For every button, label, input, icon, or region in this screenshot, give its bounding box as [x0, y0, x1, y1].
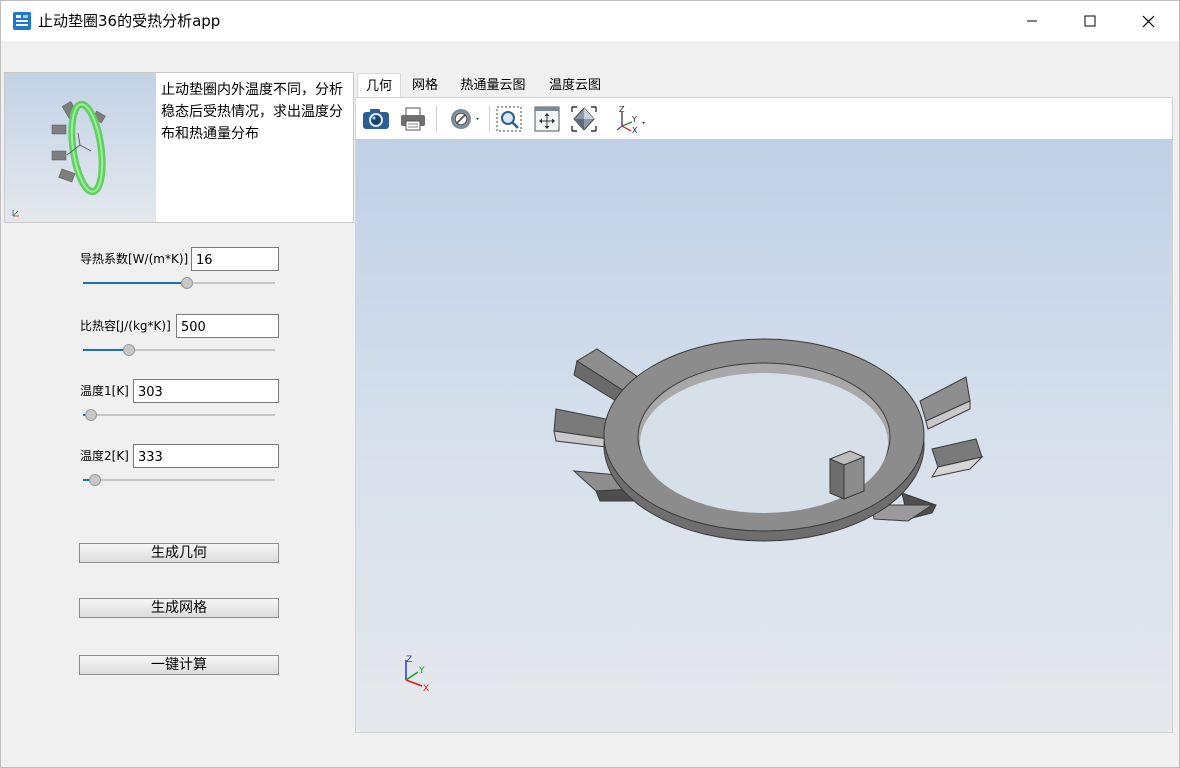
temperature2-label: 温度2[K]: [80, 449, 129, 463]
print-button[interactable]: [398, 104, 428, 134]
title-bar: 止动垫圈36的受热分析app: [1, 1, 1179, 41]
preview-image: [5, 73, 156, 222]
generate-mesh-button[interactable]: 生成网格: [79, 598, 279, 618]
compute-button[interactable]: 一键计算: [79, 655, 279, 675]
camera-button[interactable]: [361, 104, 391, 134]
conductivity-slider[interactable]: [83, 276, 275, 290]
svg-text:Z: Z: [619, 105, 625, 114]
app-icon: [13, 12, 31, 30]
temperature1-input[interactable]: [133, 379, 279, 403]
toolbar-separator: [436, 106, 437, 132]
viewer-panel: Z Y X Z Y X: [355, 97, 1173, 733]
generate-geometry-button[interactable]: 生成几何: [79, 543, 279, 563]
tab-mesh[interactable]: 网格: [405, 73, 445, 98]
svg-text:X: X: [632, 126, 638, 134]
close-button[interactable]: [1119, 1, 1177, 41]
specific-heat-input[interactable]: [176, 314, 279, 338]
zoom-extents-icon: [534, 106, 560, 132]
conductivity-label: 导热系数[W/(m*K)]: [80, 252, 189, 266]
preview-panel: 止动垫圈内外温度不同，分析稳态后受热情况，求出温度分布和热通量分布: [4, 72, 354, 223]
svg-text:Y: Y: [631, 115, 637, 124]
maximize-icon: [1084, 15, 1096, 27]
app-window: 止动垫圈36的受热分析app 止动垫圈内外温度不同，分析稳态后受热情况，求出温度…: [0, 0, 1180, 768]
temperature1-label: 温度1[K]: [80, 384, 129, 398]
close-icon: [1142, 15, 1154, 27]
minimize-button[interactable]: [1003, 1, 1061, 41]
tab-temperature[interactable]: 温度云图: [541, 73, 609, 98]
toolbar-separator: [489, 106, 490, 132]
hide-button[interactable]: [448, 104, 484, 134]
fit-view-icon: [571, 106, 597, 132]
axis-x-label: X: [423, 684, 429, 694]
fit-view-button[interactable]: [569, 104, 599, 134]
temperature1-slider[interactable]: [83, 408, 275, 422]
axis-z-label: Z: [406, 655, 412, 665]
specific-heat-slider[interactable]: [83, 343, 275, 357]
camera-icon: [363, 109, 389, 129]
hide-icon: [451, 109, 479, 129]
axis-y-label: Y: [418, 666, 425, 676]
view-tabs: 几何 网格 热通量云图 温度云图: [355, 73, 1172, 98]
temperature2-slider[interactable]: [83, 473, 275, 487]
zoom-extents-button[interactable]: [532, 104, 562, 134]
print-icon: [401, 107, 425, 131]
specific-heat-label: 比热容[J/(kg*K)]: [80, 319, 171, 333]
maximize-button[interactable]: [1061, 1, 1119, 41]
axis-orientation-icon: Z Y X: [616, 105, 645, 134]
tab-geometry[interactable]: 几何: [357, 73, 401, 98]
temperature2-input[interactable]: [133, 444, 279, 468]
axis-orientation-button[interactable]: Z Y X: [611, 104, 651, 134]
minimize-icon: [1027, 20, 1037, 22]
conductivity-input[interactable]: [191, 247, 279, 271]
description-text: 止动垫圈内外温度不同，分析稳态后受热情况，求出温度分布和热通量分布: [161, 82, 343, 142]
zoom-box-icon: [496, 106, 522, 132]
3d-viewport[interactable]: Z Y X: [356, 139, 1172, 732]
zoom-box-button[interactable]: [494, 104, 524, 134]
window-title: 止动垫圈36的受热分析app: [38, 12, 221, 30]
viewer-toolbar: Z Y X: [356, 98, 1172, 139]
tab-heat-flux[interactable]: 热通量云图: [453, 73, 533, 98]
